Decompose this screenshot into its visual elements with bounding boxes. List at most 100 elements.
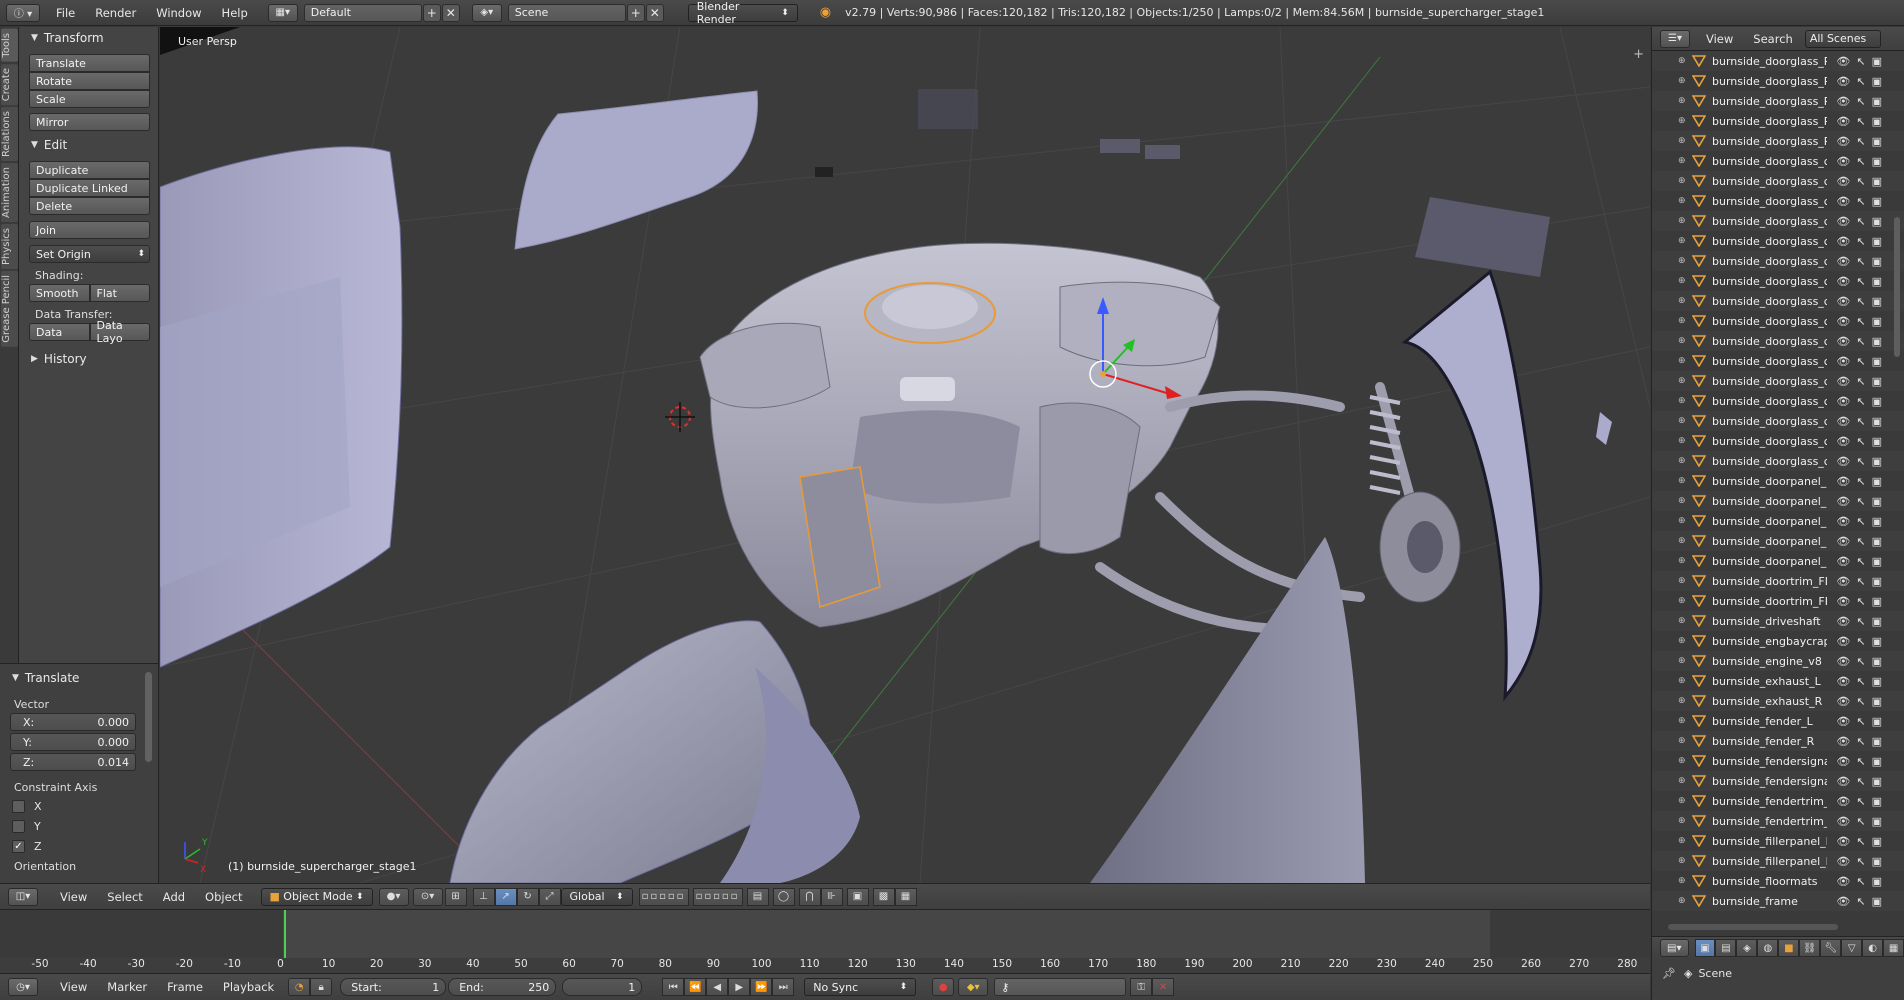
expand-icon[interactable]: ⊕: [1678, 636, 1688, 646]
history-panel-header[interactable]: ▶ History: [19, 349, 158, 369]
object-name[interactable]: burnside_doorglass_ch: [1712, 375, 1827, 388]
render-icon[interactable]: ▣: [1872, 195, 1882, 208]
outliner-row[interactable]: ⊕ burnside_doortrim_FR 👁︎ ↖ ▣: [1652, 591, 1904, 611]
cursor-icon[interactable]: ↖: [1856, 475, 1865, 488]
object-name[interactable]: burnside_fendersignal_: [1712, 775, 1827, 788]
object-name[interactable]: burnside_fender_L: [1712, 715, 1827, 728]
render-icon[interactable]: ▣: [1872, 455, 1882, 468]
outliner-row[interactable]: ⊕ burnside_doorglass_ch 👁︎ ↖ ▣: [1652, 351, 1904, 371]
translate-manipulator[interactable]: ↗: [494, 887, 517, 906]
render-icon[interactable]: ▣: [1872, 715, 1882, 728]
render-icon[interactable]: ▣: [1872, 95, 1882, 108]
interaction-mode-dropdown[interactable]: ■ Object Mode ⬍: [260, 887, 373, 906]
eye-icon[interactable]: 👁︎: [1836, 315, 1850, 328]
jump-end-button[interactable]: ⏭: [772, 978, 795, 996]
active-keying-set-field[interactable]: ⚷: [994, 978, 1127, 996]
render-icon[interactable]: ▣: [1872, 735, 1882, 748]
scene-tab[interactable]: ◈: [1736, 939, 1758, 957]
outliner-row[interactable]: ⊕ burnside_fillerpanel_R 👁︎ ↖ ▣: [1652, 851, 1904, 871]
lock-frame-button[interactable]: 🔒︎: [310, 978, 333, 996]
render-icon[interactable]: ▣: [1872, 895, 1882, 908]
render-icon[interactable]: ▣: [1872, 395, 1882, 408]
expand-icon[interactable]: ⊕: [1678, 616, 1688, 626]
eye-icon[interactable]: 👁︎: [1836, 295, 1850, 308]
outliner-row[interactable]: ⊕ burnside_doorglass_ch 👁︎ ↖ ▣: [1652, 451, 1904, 471]
cursor-icon[interactable]: ↖: [1856, 735, 1865, 748]
render-icon[interactable]: ▣: [1872, 55, 1882, 68]
modifiers-tab[interactable]: 🔧︎: [1820, 939, 1842, 957]
expand-icon[interactable]: ⊕: [1678, 376, 1688, 386]
render-icon[interactable]: ▣: [1872, 595, 1882, 608]
constraints-tab[interactable]: ⛓: [1799, 939, 1821, 957]
expand-icon[interactable]: ⊕: [1678, 436, 1688, 446]
eye-icon[interactable]: 👁︎: [1836, 615, 1850, 628]
outliner-row[interactable]: ⊕ burnside_doorglass_ch 👁︎ ↖ ▣: [1652, 411, 1904, 431]
menu-file[interactable]: File: [46, 4, 85, 22]
layers-grid-1[interactable]: ▫▫▫▫▫: [638, 887, 689, 906]
object-name[interactable]: burnside_exhaust_L: [1712, 675, 1827, 688]
expand-icon[interactable]: ⊕: [1678, 56, 1688, 66]
outliner-row[interactable]: ⊕ burnside_doorglass_ch 👁︎ ↖ ▣: [1652, 291, 1904, 311]
expand-icon[interactable]: ⊕: [1678, 296, 1688, 306]
menu-view[interactable]: View: [50, 888, 97, 906]
object-name[interactable]: burnside_doorpanel_FL: [1712, 475, 1827, 488]
editor-type-selector[interactable]: ☰▾: [1660, 29, 1690, 48]
cursor-icon[interactable]: ↖: [1856, 455, 1865, 468]
expand-icon[interactable]: ⊕: [1678, 596, 1688, 606]
tab-grease-pencil[interactable]: Grease Pencil: [1, 270, 18, 347]
cursor-icon[interactable]: ↖: [1856, 235, 1865, 248]
outliner-row[interactable]: ⊕ burnside_fendersignal_ 👁︎ ↖ ▣: [1652, 751, 1904, 771]
expand-icon[interactable]: ⊕: [1678, 776, 1688, 786]
outliner-row[interactable]: ⊕ burnside_fendertrim_R 👁︎ ↖ ▣: [1652, 811, 1904, 831]
object-name[interactable]: burnside_frame: [1712, 895, 1827, 908]
render-icon[interactable]: ▣: [1872, 535, 1882, 548]
cursor-icon[interactable]: ↖: [1856, 495, 1865, 508]
object-name[interactable]: burnside_doorglass_RR: [1712, 75, 1827, 88]
rotate-button[interactable]: Rotate: [29, 72, 150, 90]
outliner-row[interactable]: ⊕ burnside_doorglass_ch 👁︎ ↖ ▣: [1652, 371, 1904, 391]
expand-icon[interactable]: ⊕: [1678, 236, 1688, 246]
object-name[interactable]: burnside_doorglass_ch: [1712, 255, 1827, 268]
edit-panel-header[interactable]: ▼ Edit: [19, 135, 158, 155]
eye-icon[interactable]: 👁︎: [1836, 235, 1850, 248]
cursor-icon[interactable]: ↖: [1856, 115, 1865, 128]
scene-browse-button[interactable]: ◈▾: [471, 3, 502, 22]
render-engine-dropdown[interactable]: Blender Render ⬍: [687, 0, 798, 26]
render-icon[interactable]: ▣: [1872, 615, 1882, 628]
outliner-row[interactable]: ⊕ burnside_doortrim_FL 👁︎ ↖ ▣: [1652, 571, 1904, 591]
eye-icon[interactable]: 👁︎: [1836, 735, 1850, 748]
object-name[interactable]: burnside_doorglass_RR: [1712, 115, 1827, 128]
object-name[interactable]: burnside_fillerpanel_L: [1712, 835, 1827, 848]
layout-browse-button[interactable]: ▦▾: [267, 3, 298, 22]
delete-keyframe-button[interactable]: ✕: [1152, 978, 1175, 996]
eye-icon[interactable]: 👁︎: [1836, 815, 1850, 828]
render-icon[interactable]: ▣: [1872, 475, 1882, 488]
render-icon[interactable]: ▣: [1872, 295, 1882, 308]
outliner-row[interactable]: ⊕ burnside_doorpanel_FF 👁︎ ↖ ▣: [1652, 511, 1904, 531]
eye-icon[interactable]: 👁︎: [1836, 495, 1850, 508]
render-icon[interactable]: ▣: [1872, 755, 1882, 768]
object-name[interactable]: burnside_doortrim_FR: [1712, 595, 1827, 608]
render-icon[interactable]: ▣: [1872, 235, 1882, 248]
cursor-icon[interactable]: ↖: [1856, 795, 1865, 808]
render-icon[interactable]: ▣: [1872, 855, 1882, 868]
menu-search[interactable]: Search: [1743, 30, 1803, 48]
eye-icon[interactable]: 👁︎: [1836, 715, 1850, 728]
expand-icon[interactable]: ⊕: [1678, 716, 1688, 726]
eye-icon[interactable]: 👁︎: [1836, 95, 1850, 108]
play-reverse-button[interactable]: ◀: [706, 978, 729, 996]
object-name[interactable]: burnside_fendertrim_L: [1712, 795, 1827, 808]
expand-icon[interactable]: ⊕: [1678, 416, 1688, 426]
tab-physics[interactable]: Physics: [1, 223, 18, 269]
outliner-row[interactable]: ⊕ burnside_doorglass_ch 👁︎ ↖ ▣: [1652, 231, 1904, 251]
cursor-icon[interactable]: ↖: [1856, 635, 1865, 648]
opengl-anim-button[interactable]: ▩: [872, 887, 895, 906]
cursor-icon[interactable]: ↖: [1856, 155, 1865, 168]
object-name[interactable]: burnside_doortrim_FL: [1712, 575, 1827, 588]
cursor-icon[interactable]: ↖: [1856, 895, 1865, 908]
outliner-row[interactable]: ⊕ burnside_floormats 👁︎ ↖ ▣: [1652, 871, 1904, 891]
cursor-icon[interactable]: ↖: [1856, 275, 1865, 288]
play-button[interactable]: ▶: [728, 978, 751, 996]
object-name[interactable]: burnside_doorpanel_FF: [1712, 515, 1827, 528]
editor-type-selector[interactable]: ◷▾: [8, 978, 38, 996]
